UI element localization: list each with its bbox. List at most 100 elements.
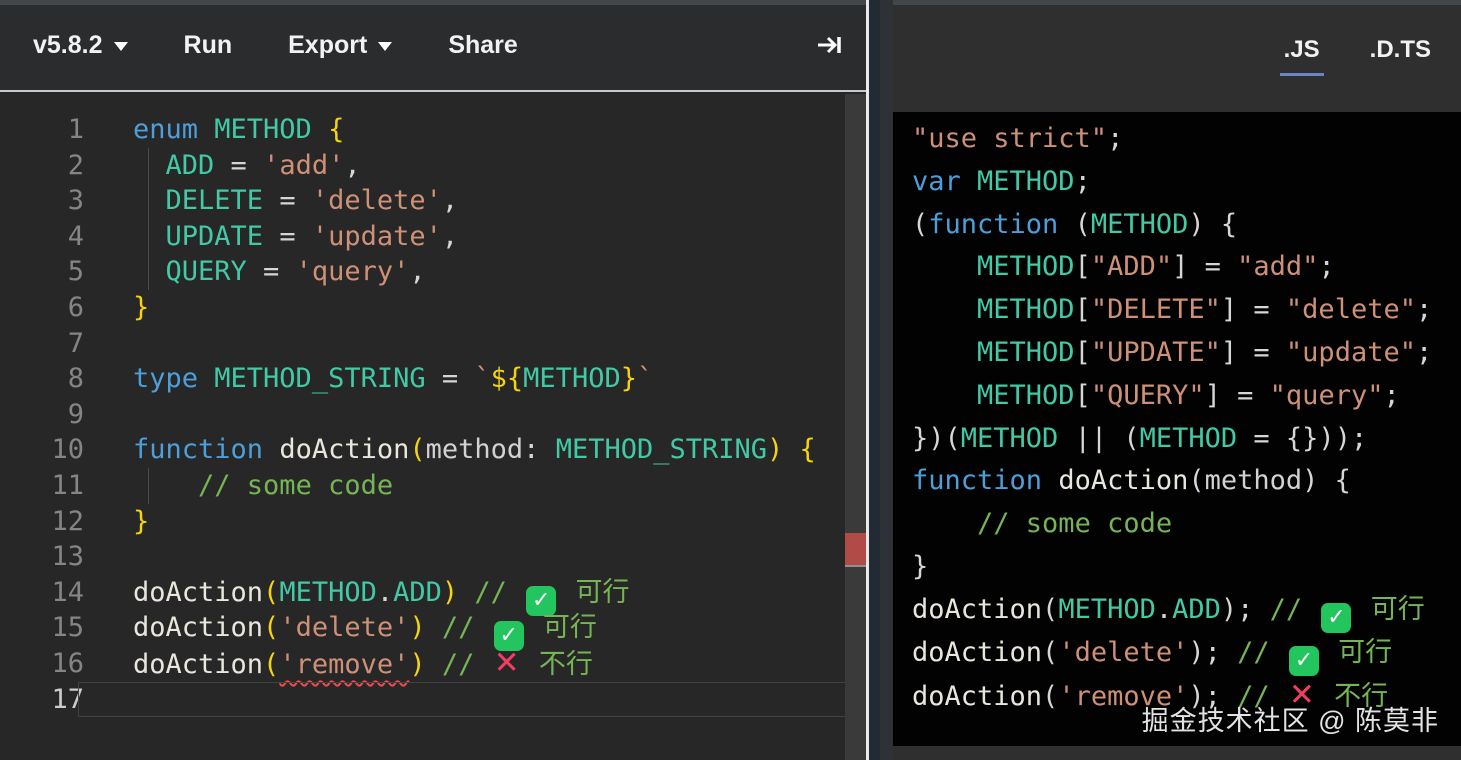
code-token: , bbox=[344, 150, 360, 181]
line-content: doAction('delete') // ✓ 可行 bbox=[133, 610, 597, 646]
share-button[interactable]: Share bbox=[448, 31, 517, 60]
line-number: 13 bbox=[0, 539, 84, 575]
code-token: ) { bbox=[1302, 465, 1351, 496]
output-line: })(METHOD || (METHOD = {})); bbox=[912, 418, 1432, 461]
line-number: 7 bbox=[0, 326, 84, 362]
line-number: 8 bbox=[0, 361, 84, 397]
code-token: doAction bbox=[279, 434, 409, 465]
code-token: [ bbox=[1075, 251, 1091, 282]
code-token: method bbox=[426, 434, 524, 465]
code-token: ) bbox=[767, 434, 783, 465]
line-number: 11 bbox=[0, 468, 84, 504]
code-token: METHOD bbox=[977, 337, 1075, 368]
code-token: METHOD bbox=[1140, 423, 1238, 454]
code-token: doAction bbox=[912, 594, 1042, 625]
code-token: = bbox=[214, 150, 263, 181]
code-token: = bbox=[263, 221, 312, 252]
output-line: var METHOD; bbox=[912, 161, 1432, 204]
code-token: ${ bbox=[491, 363, 524, 394]
check-icon: ✓ bbox=[1321, 603, 1351, 633]
output-lines: "use strict";var METHOD;(function (METHO… bbox=[912, 118, 1432, 717]
code-token: })( bbox=[912, 423, 961, 454]
line-number: 1 bbox=[0, 112, 84, 148]
code-token: METHOD bbox=[961, 423, 1059, 454]
code-token: doAction bbox=[912, 681, 1042, 712]
code-token: ; bbox=[1107, 123, 1123, 154]
code-token: function bbox=[133, 434, 279, 465]
code-token bbox=[133, 185, 166, 216]
code-token: 可行 bbox=[1354, 594, 1424, 625]
code-token: // some code bbox=[977, 508, 1172, 539]
code-line: 1 enum METHOD { bbox=[0, 112, 866, 148]
code-token: ADD bbox=[166, 150, 215, 181]
code-token: { bbox=[800, 434, 816, 465]
code-token: } bbox=[621, 363, 637, 394]
code-token: 不行 bbox=[523, 649, 593, 680]
code-token: ( bbox=[1042, 594, 1058, 625]
code-token: "QUERY" bbox=[1091, 380, 1205, 411]
editor-scrollbar[interactable] bbox=[845, 94, 866, 760]
code-token: // bbox=[1253, 594, 1318, 625]
code-token: 'delete' bbox=[1058, 637, 1188, 668]
tab-js[interactable]: .JS bbox=[1280, 36, 1324, 76]
code-line: 7 bbox=[0, 326, 866, 362]
export-menu[interactable]: Export bbox=[288, 31, 392, 60]
js-output-view[interactable]: "use strict";var METHOD;(function (METHO… bbox=[893, 112, 1461, 746]
tab-dts[interactable]: .D.TS bbox=[1366, 36, 1435, 76]
line-content: // some code bbox=[133, 468, 393, 504]
check-icon: ✓ bbox=[1289, 646, 1319, 676]
run-button[interactable]: Run bbox=[184, 31, 233, 60]
code-token: ; bbox=[1416, 337, 1432, 368]
code-line: 3 DELETE = 'delete', bbox=[0, 183, 866, 219]
code-token: 'query' bbox=[296, 256, 410, 287]
version-label: v5.8.2 bbox=[33, 31, 103, 60]
line-number: 4 bbox=[0, 219, 84, 255]
error-token: 'remove' bbox=[279, 649, 409, 680]
code-token: = bbox=[426, 363, 475, 394]
scrollbar-thumb-edge bbox=[845, 565, 866, 567]
code-token: } bbox=[133, 292, 149, 323]
code-token: METHOD bbox=[977, 251, 1075, 282]
code-token: ( bbox=[263, 612, 279, 643]
line-number: 3 bbox=[0, 183, 84, 219]
code-line: 2 ADD = 'add', bbox=[0, 148, 866, 184]
typescript-editor[interactable]: 1 enum METHOD {2 ADD = 'add',3 DELETE = '… bbox=[0, 94, 866, 760]
chevron-down-icon bbox=[378, 42, 392, 51]
line-number: 17 bbox=[0, 682, 84, 718]
window-top-edge bbox=[0, 0, 1461, 5]
output-pane: .JS .D.TS "use strict";var METHOD;(funct… bbox=[893, 0, 1461, 760]
tab-dts-label: .D.TS bbox=[1370, 36, 1431, 63]
code-token: } bbox=[912, 551, 928, 582]
tab-js-label: .JS bbox=[1284, 36, 1320, 63]
code-token: ; bbox=[1416, 294, 1432, 325]
code-token: ); bbox=[1188, 637, 1221, 668]
code-token: ) bbox=[409, 612, 425, 643]
code-token: ; bbox=[1318, 251, 1334, 282]
output-line: METHOD["QUERY"] = "query"; bbox=[912, 375, 1432, 418]
code-token: ] = bbox=[1172, 251, 1237, 282]
line-number: 10 bbox=[0, 432, 84, 468]
code-token: METHOD bbox=[1058, 594, 1156, 625]
output-line: } bbox=[912, 546, 1432, 589]
code-token: doAction bbox=[133, 649, 263, 680]
code-token: ; bbox=[1383, 380, 1399, 411]
code-token: doAction bbox=[1058, 465, 1188, 496]
line-number: 9 bbox=[0, 397, 84, 433]
code-token: "delete" bbox=[1286, 294, 1416, 325]
code-token: ( bbox=[1188, 465, 1204, 496]
line-content: function doAction(method: METHOD_STRING)… bbox=[133, 432, 816, 468]
code-token bbox=[133, 256, 166, 287]
pane-gutter-strip bbox=[869, 0, 880, 760]
expand-sidebar-button[interactable] bbox=[814, 30, 844, 60]
code-token: METHOD bbox=[977, 380, 1075, 411]
code-token: DELETE bbox=[166, 185, 264, 216]
line-content: enum METHOD { bbox=[133, 112, 344, 148]
arrow-to-bar-icon bbox=[814, 30, 844, 60]
code-token: = bbox=[263, 185, 312, 216]
code-token bbox=[783, 434, 799, 465]
code-token: ) { bbox=[1188, 209, 1237, 240]
code-token bbox=[133, 221, 166, 252]
code-token: METHOD bbox=[523, 363, 621, 394]
code-token: ADD bbox=[393, 577, 442, 608]
version-menu[interactable]: v5.8.2 bbox=[33, 31, 128, 60]
